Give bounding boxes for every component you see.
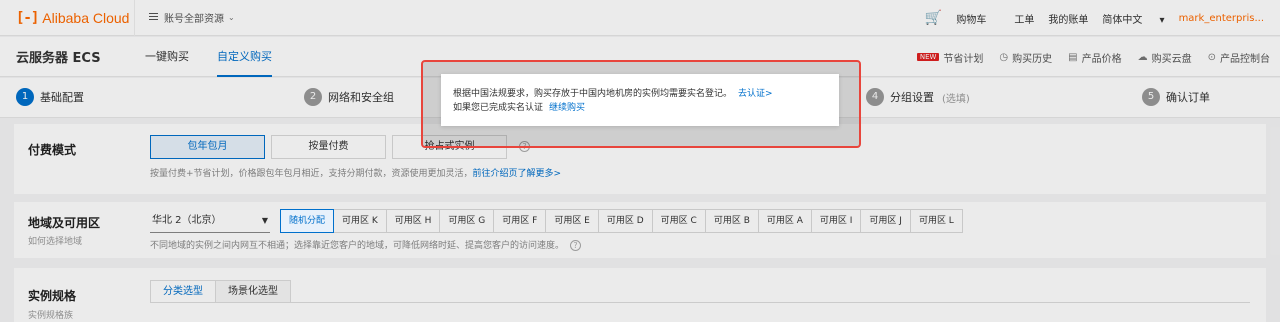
dialog-message: 根据中国法规要求，购买存放于中国内地机房的实例均需要实名登记。 — [453, 89, 733, 99]
dialog-message-2: 如果您已完成实名认证 — [453, 103, 544, 113]
real-name-verification-dialog: 根据中国法规要求，购买存放于中国内地机房的实例均需要实名登记。 去认证> 如果您已… — [441, 74, 839, 126]
dialog-line-1: 根据中国法规要求，购买存放于中国内地机房的实例均需要实名登记。 去认证> — [453, 87, 827, 101]
zone-random[interactable]: 随机分配 — [280, 209, 335, 233]
page-dim-overlay — [0, 0, 1280, 322]
verify-link[interactable]: 去认证> — [738, 89, 773, 99]
continue-purchase-link[interactable]: 继续购买 — [549, 103, 585, 113]
dialog-line-2: 如果您已完成实名认证 继续购买 — [453, 101, 827, 115]
